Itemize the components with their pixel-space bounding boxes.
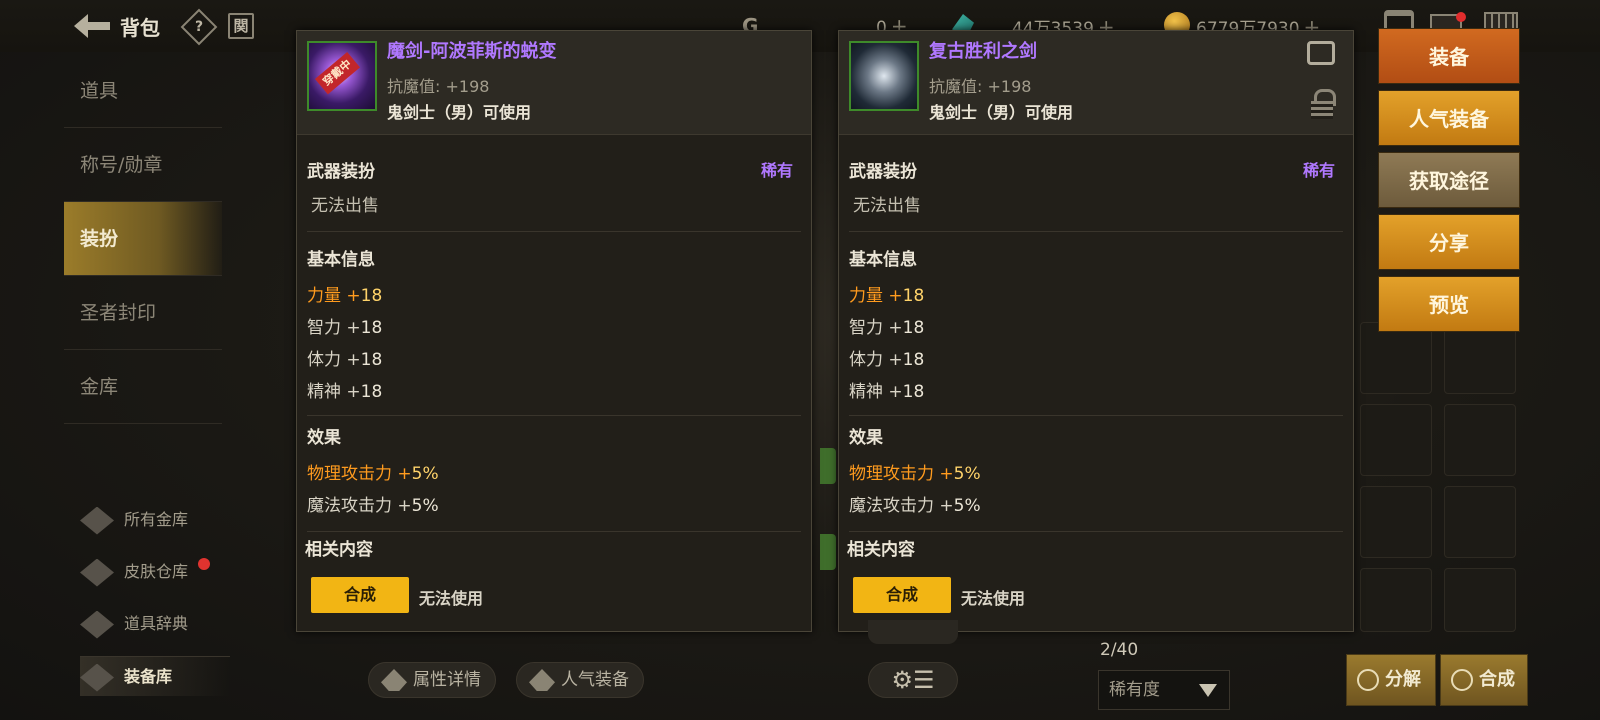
effect-title: 效果 <box>849 428 883 448</box>
basic-info-title: 基本信息 <box>849 250 917 270</box>
item-category: 武器装扮 <box>849 162 917 182</box>
effect-line: 魔法攻击力 +5% <box>307 496 439 516</box>
stat-line: 力量 +18 <box>849 286 925 306</box>
sidebar-item-avatar[interactable]: 装扮 <box>64 202 222 276</box>
inventory-slot[interactable] <box>1444 568 1516 632</box>
sell-note: 无法出售 <box>853 196 921 216</box>
stat-line: 精神 +18 <box>307 382 383 402</box>
inventory-slot[interactable] <box>1360 486 1432 558</box>
divider <box>307 231 801 232</box>
popular-equipment-tab[interactable]: 人气装备 <box>516 662 644 698</box>
divider <box>849 531 1343 532</box>
lock-icon[interactable] <box>1311 89 1336 119</box>
synthesize-note: 无法使用 <box>961 589 1026 608</box>
equipped-badge: 穿戴中 <box>315 52 361 95</box>
stat-line: 精神 +18 <box>849 382 925 402</box>
all-vaults-link[interactable]: 所有金库 <box>80 500 230 540</box>
decompose-icon <box>1357 669 1379 691</box>
preview-button[interactable]: 预览 <box>1378 276 1520 332</box>
stat-line: 力量 +18 <box>307 286 383 306</box>
effect-title: 效果 <box>307 428 341 448</box>
armor-icon <box>80 663 114 692</box>
item-dictionary-link[interactable]: 道具辞典 <box>80 604 230 644</box>
sell-note: 无法出售 <box>311 196 379 216</box>
magic-resist-value: 抗魔值: +198 <box>387 77 490 96</box>
attribute-icon <box>381 669 407 691</box>
sidebar-item-vault[interactable]: 金库 <box>64 350 222 424</box>
stat-line: 体力 +18 <box>307 350 383 370</box>
calendar-icon[interactable]: 関 <box>228 13 254 39</box>
dropdown-arrow-icon <box>1199 684 1217 697</box>
divider <box>849 231 1343 232</box>
attribute-details-button[interactable]: 属性详情 <box>368 662 496 698</box>
obtain-source-button[interactable]: 获取途径 <box>1378 152 1520 208</box>
notification-dot <box>198 558 210 570</box>
equip-button[interactable]: 装备 <box>1378 28 1520 84</box>
divider <box>307 415 801 416</box>
related-title: 相关内容 <box>847 540 915 560</box>
page-title: 背包 <box>120 16 160 40</box>
share-icon[interactable] <box>1307 41 1335 65</box>
item-category: 武器装扮 <box>307 162 375 182</box>
sort-dropdown[interactable]: 稀有度 <box>1098 670 1230 710</box>
notification-dot <box>1456 12 1466 22</box>
back-arrow-icon[interactable] <box>74 12 110 40</box>
effect-line: 魔法攻击力 +5% <box>849 496 981 516</box>
item-name: 魔剑-阿波菲斯的蜕变 <box>387 41 557 62</box>
expand-tab[interactable] <box>820 448 836 484</box>
book-icon <box>80 610 114 639</box>
class-requirement: 鬼剑士（男）可使用 <box>387 103 532 122</box>
camera-button[interactable] <box>868 620 958 644</box>
stat-line: 智力 +18 <box>849 318 925 338</box>
item-detail-panel-selected: 复古胜利之剑 抗魔值: +198 鬼剑士（男）可使用 武器装扮 稀有 无法出售 … <box>838 30 1354 632</box>
synthesize-button[interactable]: 合成 <box>311 577 409 613</box>
synthesize-note: 无法使用 <box>419 589 484 608</box>
share-button[interactable]: 分享 <box>1378 214 1520 270</box>
sidebar-item-seal[interactable]: 圣者封印 <box>64 276 222 350</box>
compose-button[interactable]: 合成 <box>1440 654 1528 706</box>
inventory-slot[interactable] <box>1360 404 1432 476</box>
rarity-label: 稀有 <box>1302 161 1335 180</box>
inventory-slot[interactable] <box>1444 486 1516 558</box>
equipment-library-link[interactable]: 装备库 <box>80 656 230 696</box>
inventory-count: 2/40 <box>1100 640 1139 660</box>
synthesize-button[interactable]: 合成 <box>853 577 951 613</box>
inventory-slot[interactable] <box>1360 568 1432 632</box>
effect-line: 物理攻击力 +5% <box>307 464 439 484</box>
magic-resist-value: 抗魔值: +198 <box>929 77 1032 96</box>
item-header: 穿戴中 魔剑-阿波菲斯的蜕变 抗魔值: +198 鬼剑士（男）可使用 <box>297 31 811 135</box>
brush-icon <box>80 558 114 587</box>
item-detail-panel-equipped: 穿戴中 魔剑-阿波菲斯的蜕变 抗魔值: +198 鬼剑士（男）可使用 武器装扮 … <box>296 30 812 632</box>
sword-item-icon: 穿戴中 <box>307 41 377 111</box>
settings-icon[interactable]: ⚙☰ <box>868 662 958 698</box>
vault-icon <box>80 506 114 535</box>
divider <box>307 531 801 532</box>
decompose-button[interactable]: 分解 <box>1346 654 1436 706</box>
rarity-label: 稀有 <box>760 161 793 180</box>
sidebar-item-titles[interactable]: 称号/勋章 <box>64 128 222 202</box>
inventory-slot[interactable] <box>1360 322 1432 394</box>
effect-line: 物理攻击力 +5% <box>849 464 981 484</box>
skin-storage-link[interactable]: 皮肤仓库 <box>80 552 230 592</box>
divider <box>849 415 1343 416</box>
crown-icon <box>529 669 555 691</box>
expand-tab[interactable] <box>820 534 836 570</box>
stat-line: 体力 +18 <box>849 350 925 370</box>
related-title: 相关内容 <box>305 540 373 560</box>
sidebar-item-items[interactable]: 道具 <box>64 54 222 128</box>
item-name: 复古胜利之剑 <box>929 41 1037 62</box>
item-header: 复古胜利之剑 抗魔值: +198 鬼剑士（男）可使用 <box>839 31 1353 135</box>
stat-line: 智力 +18 <box>307 318 383 338</box>
sword-item-icon <box>849 41 919 111</box>
basic-info-title: 基本信息 <box>307 250 375 270</box>
popular-equipment-button[interactable]: 人气装备 <box>1378 90 1520 146</box>
inventory-slot[interactable] <box>1444 404 1516 476</box>
star-icon <box>1451 669 1473 691</box>
class-requirement: 鬼剑士（男）可使用 <box>929 103 1074 122</box>
